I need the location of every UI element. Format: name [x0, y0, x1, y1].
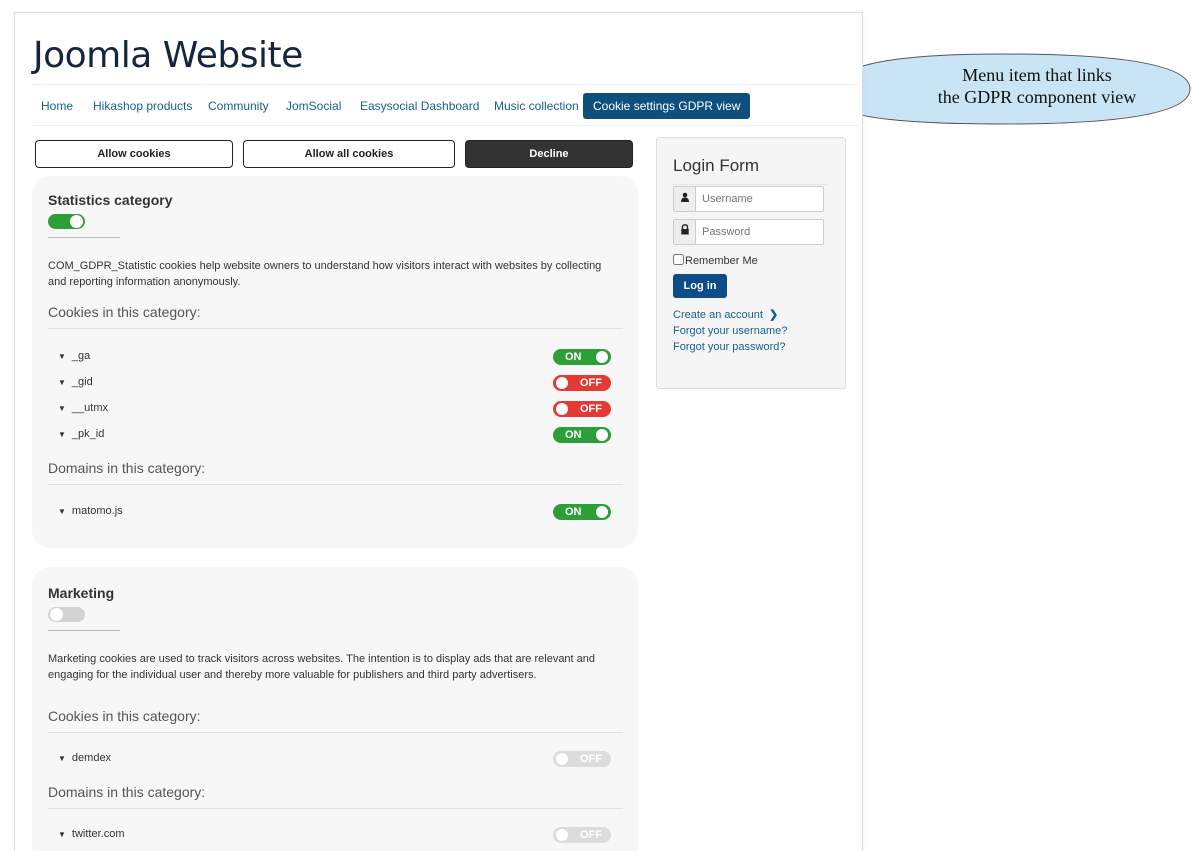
toggle-knob	[556, 753, 568, 765]
toggle-knob	[596, 506, 608, 518]
remember-me-label: Remember Me	[685, 255, 758, 267]
callout-line-2: the GDPR component view	[937, 87, 1137, 107]
domain-row: ▼ twitter.com	[58, 828, 125, 840]
domain-name: matomo.js	[71, 505, 123, 517]
password-field[interactable]	[673, 219, 824, 245]
toggle-knob	[50, 608, 63, 621]
toggle-state: ON	[565, 506, 582, 518]
password-input[interactable]	[702, 224, 817, 240]
login-module: Login Form Remember Me Log in Create an …	[656, 137, 846, 389]
toggle-knob	[556, 403, 568, 415]
caret-down-icon: ▼	[58, 507, 66, 516]
remember-me[interactable]: Remember Me	[673, 254, 758, 267]
domain-row: ▼ matomo.js	[58, 505, 123, 517]
allow-cookies-button[interactable]: Allow cookies	[35, 140, 233, 168]
menu-item-home[interactable]: Home	[41, 93, 73, 119]
site-page: Joomla Website Home Hikashop products Co…	[14, 12, 863, 851]
caret-down-icon: ▼	[58, 754, 66, 763]
cookie-toggle[interactable]: OFF	[553, 375, 611, 391]
toggle-state: OFF	[580, 753, 602, 765]
caret-down-icon: ▼	[58, 430, 66, 439]
cookie-row: ▼ _ga	[58, 350, 90, 362]
toggle-state: OFF	[580, 829, 602, 841]
forgot-password-link[interactable]: Forgot your password?	[673, 341, 786, 353]
decline-button[interactable]: Decline	[465, 140, 633, 168]
cookie-name: _ga	[71, 350, 91, 362]
create-account-label: Create an account	[673, 309, 763, 321]
category-toggle[interactable]	[48, 214, 85, 229]
menu-item-jomsocial[interactable]: JomSocial	[286, 93, 341, 119]
menu-item-easysocial-dashboard[interactable]: Easysocial Dashboard	[360, 93, 479, 119]
category-card-statistics: Statistics category COM_GDPR_Statistic c…	[32, 176, 638, 548]
login-button[interactable]: Log in	[673, 274, 727, 298]
cookie-row: ▼ __utmx	[58, 402, 108, 414]
user-icon	[674, 187, 696, 211]
caret-down-icon: ▼	[58, 404, 66, 413]
callout-line-1: Menu item that links	[962, 65, 1112, 85]
login-title: Login Form	[673, 156, 827, 185]
divider	[48, 237, 120, 238]
domain-name: twitter.com	[71, 828, 125, 840]
toggle-knob	[596, 429, 608, 441]
cookie-name: _pk_id	[71, 428, 105, 440]
caret-down-icon: ▼	[58, 378, 66, 387]
category-title: Marketing	[48, 585, 115, 601]
menu-item-community[interactable]: Community	[208, 93, 269, 119]
menu-item-hikashop-products[interactable]: Hikashop products	[93, 93, 192, 119]
cookies-heading: Cookies in this category:	[48, 708, 623, 733]
callout-text: Menu item that links the GDPR component …	[890, 64, 1184, 108]
domain-toggle[interactable]: ON	[553, 504, 611, 520]
domains-heading: Domains in this category:	[48, 784, 623, 809]
toggle-knob	[556, 377, 568, 389]
cookie-name: _gid	[71, 376, 93, 388]
cookie-toggle[interactable]: ON	[553, 427, 611, 443]
category-title: Statistics category	[48, 192, 173, 208]
create-account-link[interactable]: Create an account ❯	[673, 308, 778, 321]
cookie-row: ▼ demdex	[58, 752, 111, 764]
toggle-state: ON	[565, 351, 582, 363]
toggle-state: OFF	[580, 403, 602, 415]
caret-down-icon: ▼	[58, 830, 66, 839]
site-title: Joomla Website	[33, 35, 303, 76]
category-toggle[interactable]	[48, 607, 85, 622]
toggle-knob	[556, 829, 568, 841]
toggle-knob	[596, 351, 608, 363]
main-menu: Home Hikashop products Community JomSoci…	[33, 84, 859, 126]
menu-item-music-collection[interactable]: Music collection	[494, 93, 579, 119]
toggle-knob	[70, 215, 83, 228]
username-input[interactable]	[702, 191, 817, 207]
allow-all-cookies-button[interactable]: Allow all cookies	[243, 140, 455, 168]
category-card-marketing: Marketing Marketing cookies are used to …	[32, 567, 638, 851]
domain-toggle[interactable]: OFF	[553, 827, 611, 843]
cookie-toggle[interactable]: ON	[553, 349, 611, 365]
cookie-toggle[interactable]: OFF	[553, 401, 611, 417]
cookie-row: ▼ _gid	[58, 376, 93, 388]
caret-down-icon: ▼	[58, 352, 66, 361]
cookies-heading: Cookies in this category:	[48, 304, 623, 329]
cookie-toggle[interactable]: OFF	[553, 751, 611, 767]
lock-icon	[674, 220, 696, 244]
cookie-name: demdex	[71, 752, 112, 764]
remember-me-checkbox[interactable]	[673, 254, 684, 265]
cookie-name: __utmx	[71, 402, 108, 414]
toggle-state: OFF	[580, 377, 602, 389]
forgot-username-link[interactable]: Forgot your username?	[673, 325, 787, 337]
menu-item-cookie-settings-gdpr-view[interactable]: Cookie settings GDPR view	[583, 93, 751, 119]
divider	[48, 630, 120, 631]
category-description: Marketing cookies are used to track visi…	[48, 653, 596, 681]
toggle-state: ON	[565, 429, 582, 441]
domains-heading: Domains in this category:	[48, 460, 623, 485]
cookie-row: ▼ _pk_id	[58, 428, 104, 440]
username-field[interactable]	[673, 186, 824, 212]
category-description: COM_GDPR_Statistic cookies help website …	[48, 260, 602, 288]
chevron-right-icon: ❯	[768, 309, 779, 321]
